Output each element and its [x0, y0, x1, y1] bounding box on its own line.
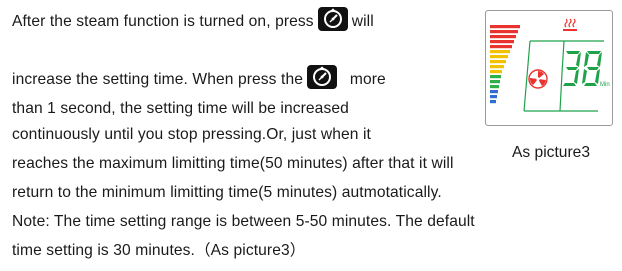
time-unit-label: Min	[600, 82, 610, 88]
text-line-1-before: After the steam function is turned on, p…	[12, 13, 314, 31]
text-line-3: than 1 second, the setting time will be …	[12, 100, 349, 117]
manual-page: { "text": { "line1_before": "After the s…	[0, 0, 622, 271]
text-line-1: After the steam function is turned on, p…	[12, 7, 374, 34]
text-line-5: reaches the maximum limitting time(50 mi…	[12, 155, 454, 172]
timer-button-icon	[317, 7, 348, 31]
text-line-2-before: increase the setting time. When press th…	[12, 71, 303, 89]
text-line-2-after: more	[349, 71, 386, 89]
steam-icon	[563, 18, 577, 31]
fan-icon	[528, 69, 548, 89]
display-picture: Min	[485, 10, 613, 126]
text-line-1-after: will	[351, 13, 374, 31]
text-line-6: return to the minimum limitting time(5 m…	[12, 184, 442, 201]
timer-button-icon	[307, 65, 337, 89]
text-line-4: continuously until you stop pressing.Or,…	[12, 126, 371, 143]
figure-caption: As picture3	[512, 144, 591, 161]
text-line-2: increase the setting time. When press th…	[12, 65, 386, 92]
text-line-7: Note: The time setting range is between …	[12, 213, 475, 230]
display-panel: Min	[490, 18, 610, 112]
level-bars	[490, 25, 520, 104]
time-display-digits	[563, 51, 602, 86]
text-line-8: time setting is 30 minutes.（As picture3）	[12, 242, 306, 259]
